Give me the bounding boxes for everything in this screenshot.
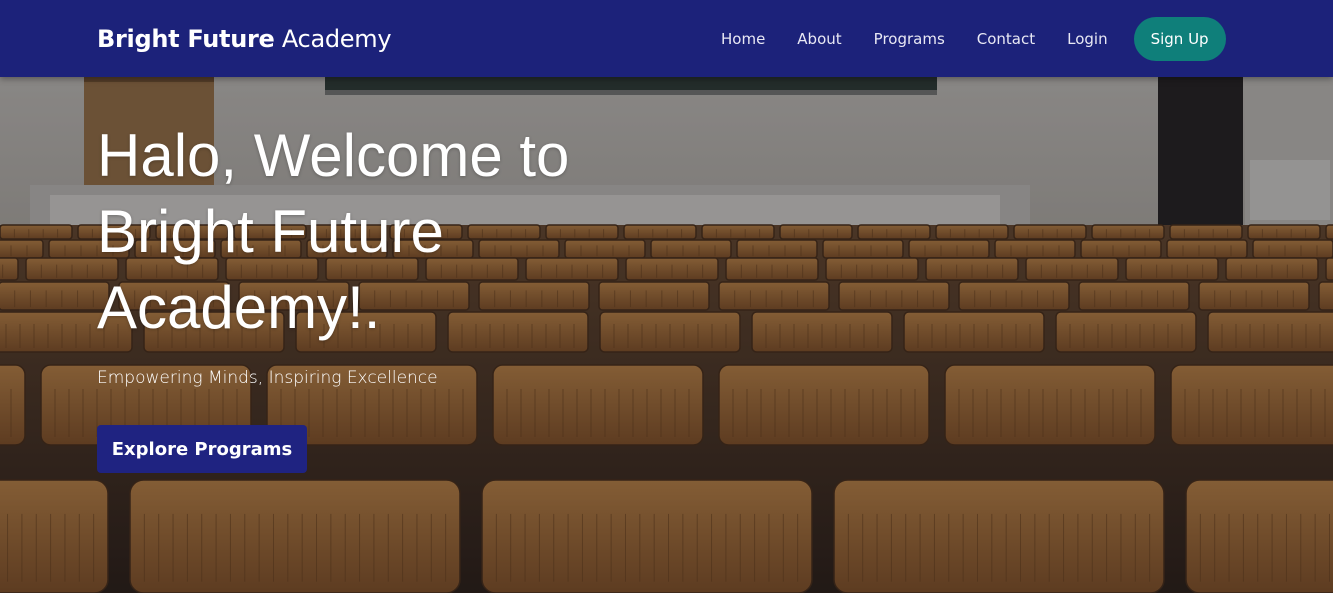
nav-link-programs[interactable]: Programs [858, 30, 961, 48]
nav-link-about[interactable]: About [781, 30, 857, 48]
hero-title-line-3: Academy!. [97, 274, 381, 341]
navbar: Bright Future Academy Home About Program… [0, 0, 1333, 77]
hero-subtitle: Empowering Minds, Inspiring Excellence [97, 368, 438, 388]
hero-title-line-2: Bright Future [97, 198, 444, 265]
hero-section: Halo, Welcome to Bright Future Academy!.… [97, 118, 717, 473]
explore-programs-button[interactable]: Explore Programs [97, 425, 307, 473]
hero-title: Halo, Welcome to Bright Future Academy!. [97, 118, 717, 346]
nav-link-home[interactable]: Home [705, 30, 781, 48]
nav-link-contact[interactable]: Contact [961, 30, 1051, 48]
hero-title-line-1: Halo, Welcome to [97, 122, 570, 189]
nav-link-login[interactable]: Login [1051, 30, 1123, 48]
signup-button[interactable]: Sign Up [1133, 16, 1226, 61]
brand-logo-text[interactable]: Bright Future Academy [97, 25, 392, 53]
brand-name-bold: Bright Future [97, 25, 275, 53]
nav-menu: Home About Programs Contact Login Sign U… [705, 0, 1226, 77]
brand-name-light: Academy [281, 25, 392, 53]
